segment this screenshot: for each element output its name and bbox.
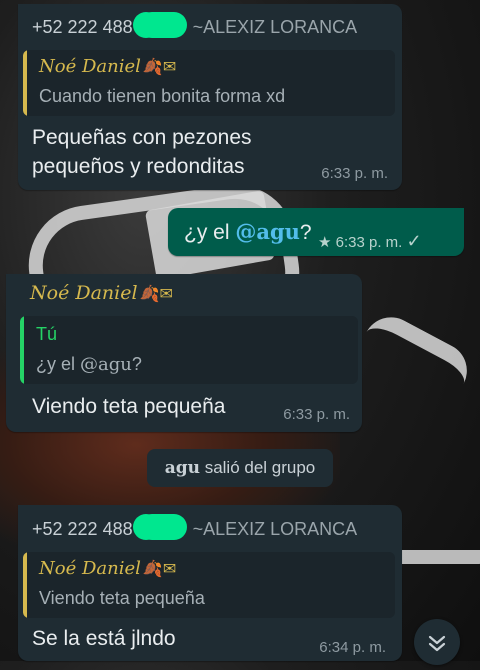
message-meta: ★ 6:33 p. m. ✓ — [318, 231, 422, 252]
sender-name: ~ALEXIZ LORANCA — [192, 17, 358, 37]
system-text: salió del grupo — [199, 458, 316, 477]
star-icon: ★ — [318, 234, 332, 251]
message-sender: +52 222 488 ~ALEXIZ LORANCA — [32, 514, 357, 540]
quoted-message[interactable]: Tú ¿y el @agu? — [20, 316, 358, 384]
quote-text: Viendo teta pequeña — [39, 588, 205, 608]
message-bubble-incoming[interactable]: +52 222 488 ~ALEXIZ LORANCA Noé Daniel 🍂✉ … — [18, 4, 402, 190]
redaction-mark — [132, 12, 187, 38]
system-message: agu salió del grupo — [147, 449, 333, 487]
leaf-envelope-icon: 🍂✉ — [139, 284, 173, 303]
message-bubble-outgoing[interactable]: ¿y el @agu? ★ 6:33 p. m. ✓ — [168, 208, 464, 256]
message-sender: Noé Daniel 🍂✉ — [30, 282, 173, 304]
message-text: Pequeñas con pezones pequeños y redondit… — [32, 126, 252, 178]
message-time: 6:33 p. m. — [283, 406, 350, 423]
quote-text: ¿y el @agu? — [36, 354, 142, 375]
message-time: 6:34 p. m. — [319, 639, 386, 656]
quote-bar — [23, 552, 27, 618]
sender-name: ~ALEXIZ LORANCA — [192, 519, 358, 539]
leaf-envelope-icon: 🍂✉ — [142, 559, 177, 578]
mention[interactable]: @agu — [235, 219, 300, 244]
quoted-message[interactable]: Noé Daniel 🍂✉ Viendo teta pequeña — [23, 552, 395, 618]
quote-text: Cuando tienen bonita forma xd — [39, 86, 286, 106]
sender-name: Noé Daniel — [30, 282, 138, 304]
system-member-name: agu — [164, 458, 200, 478]
wallpaper-shape — [353, 307, 477, 409]
sender-phone: +52 222 488 — [32, 17, 133, 37]
double-chevron-down-icon — [428, 635, 446, 652]
message-text: Viendo teta pequeña — [32, 395, 226, 418]
message-time: 6:33 p. m. — [321, 165, 388, 182]
scroll-to-bottom-button[interactable] — [414, 619, 460, 665]
leaf-envelope-icon: 🍂✉ — [142, 57, 177, 76]
quote-author: Noé Daniel 🍂✉ — [39, 558, 177, 579]
quote-author: Noé Daniel 🍂✉ — [39, 56, 177, 77]
quoted-message[interactable]: Noé Daniel 🍂✉ Cuando tienen bonita forma … — [23, 50, 395, 116]
message-sender: +52 222 488 ~ALEXIZ LORANCA — [32, 12, 357, 38]
message-text: Se la está jlndo — [32, 627, 176, 650]
message-bubble-incoming[interactable]: +52 222 488 ~ALEXIZ LORANCA Noé Daniel 🍂✉ … — [18, 505, 402, 661]
message-bubble-incoming[interactable]: Noé Daniel 🍂✉ Tú ¿y el @agu? Viendo teta … — [6, 274, 362, 432]
quote-author: Tú — [36, 324, 58, 344]
quote-bar — [23, 50, 27, 116]
quote-bar — [20, 316, 24, 384]
message-time: 6:33 p. m. — [335, 234, 403, 251]
read-check-icon: ✓ — [406, 231, 422, 251]
sender-phone: +52 222 488 — [32, 519, 133, 539]
redaction-mark — [132, 514, 187, 540]
message-text: ¿y el @agu? — [184, 219, 312, 244]
